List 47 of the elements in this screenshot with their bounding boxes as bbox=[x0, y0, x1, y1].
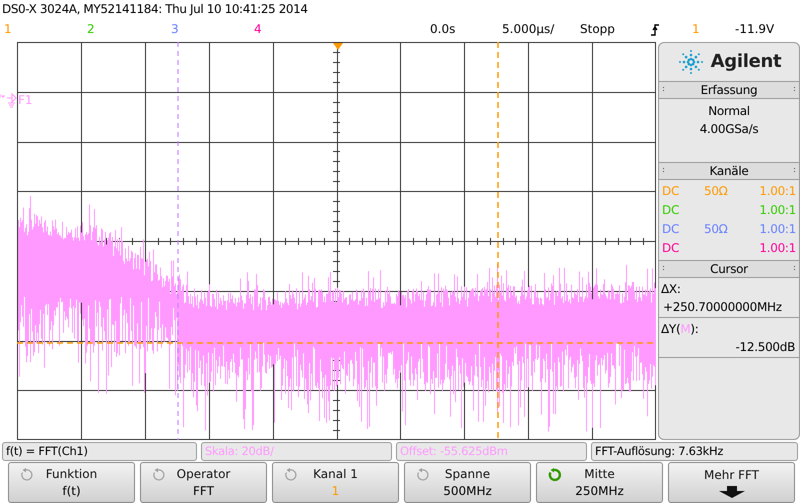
probe-ratio: 1.00:1 bbox=[758, 203, 796, 218]
cursor-dy-label: ΔY( bbox=[661, 322, 680, 336]
time-delay: 0.0s bbox=[430, 22, 456, 36]
ground-marker-icon bbox=[0, 92, 17, 108]
cursor-line[interactable] bbox=[17, 342, 656, 344]
sparkle-logo-icon bbox=[676, 50, 705, 74]
down-arrow-icon bbox=[718, 486, 746, 498]
channel-label[interactable]: 4 bbox=[254, 22, 262, 36]
info-field: f(t) = FFT(Ch1) bbox=[2, 442, 197, 462]
softkey-button[interactable]: Kanal 1 1 bbox=[272, 462, 399, 503]
softkey-button[interactable]: Funktion f(t) bbox=[8, 462, 135, 503]
softkey-button[interactable]: Mehr FFT bbox=[668, 462, 795, 503]
window-title: DS0-X 3024A, MY52141184: Thu Jul 10 10:41:25 2014 bbox=[1, 1, 309, 18]
channel-coupling: DC bbox=[662, 184, 680, 198]
channel-coupling: DC bbox=[662, 222, 680, 236]
trigger-level: -11.9V bbox=[735, 22, 774, 36]
softkey-button[interactable]: Mitte 250MHz bbox=[536, 462, 663, 503]
channel-coupling: DC bbox=[662, 241, 680, 256]
probe-ratio: 1.00:1 bbox=[758, 241, 796, 256]
trigger-marker-icon bbox=[333, 42, 343, 50]
acquisition-mode: Normal bbox=[708, 102, 750, 120]
section-title: Kanäle bbox=[710, 164, 748, 178]
trigger-source: 1 bbox=[692, 22, 700, 36]
probe-ratio: 1.00:1 bbox=[758, 184, 796, 198]
cursor-dy-label: ): bbox=[690, 322, 699, 336]
cursor-dx-label: ΔX: bbox=[660, 280, 682, 297]
info-field: FFT-Auflösung: 7.63kHz bbox=[591, 442, 798, 462]
math-label: F1 bbox=[18, 94, 33, 107]
cursor-line[interactable] bbox=[497, 42, 499, 440]
softkey-button[interactable]: Operator FFT bbox=[140, 462, 267, 503]
cursor-source: M bbox=[680, 322, 690, 336]
channel-coupling: DC bbox=[662, 203, 680, 218]
brand-name: Agilent bbox=[710, 51, 782, 72]
cursor-dy-value: -12.500dB bbox=[659, 336, 799, 358]
run-state: Stopp bbox=[580, 22, 615, 36]
softkey-button[interactable]: Spanne 500MHz bbox=[404, 462, 531, 503]
section-title: Cursor bbox=[710, 262, 748, 276]
sample-rate: 4.00GSa/s bbox=[700, 120, 758, 138]
trigger-edge-icon bbox=[650, 23, 660, 37]
channel-impedance: 50Ω bbox=[704, 184, 729, 198]
cursor-dx-value: +250.70000000MHz bbox=[659, 296, 799, 318]
info-field: Skala: 20dB/ bbox=[201, 442, 392, 462]
channel-impedance: 50Ω bbox=[704, 222, 729, 236]
section-title: Erfassung bbox=[700, 82, 758, 97]
time-scale: 5.000µs/ bbox=[502, 22, 554, 36]
probe-ratio: 1.00:1 bbox=[758, 222, 796, 236]
info-field: Offset: -55.625dBm bbox=[396, 442, 587, 462]
